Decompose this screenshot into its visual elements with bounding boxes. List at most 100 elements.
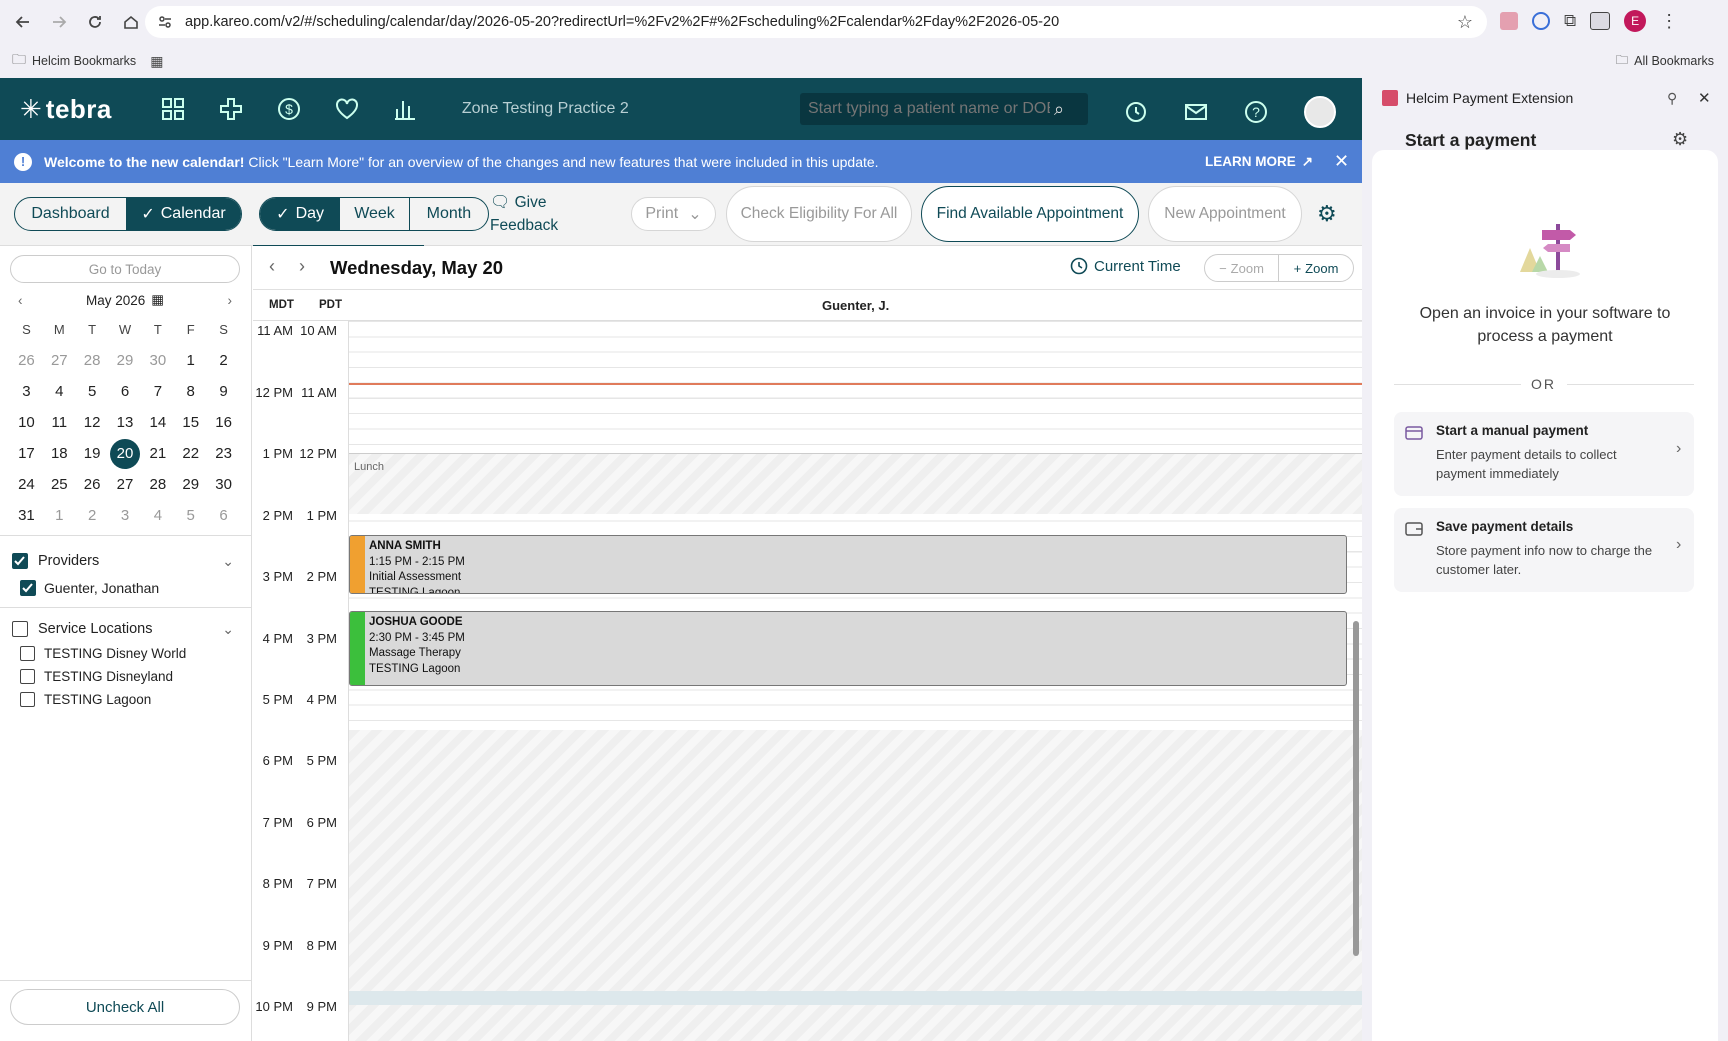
calendar-day[interactable]: 27 xyxy=(109,476,142,493)
kebab-menu-icon[interactable]: ⋮ xyxy=(1660,11,1678,32)
search-icon[interactable]: ⌕ xyxy=(1054,99,1064,120)
calendar-day[interactable]: 24 xyxy=(10,476,43,493)
chevron-down-icon[interactable]: ⌄ xyxy=(222,553,234,570)
calendar-day[interactable]: 15 xyxy=(174,414,207,431)
star-icon[interactable]: ☆ xyxy=(1457,12,1473,33)
next-day-icon[interactable]: › xyxy=(299,256,305,277)
print-button[interactable]: Print ⌄ xyxy=(631,197,716,231)
patient-engagement-icon[interactable] xyxy=(335,98,358,120)
find-appointment-button[interactable]: Find Available Appointment xyxy=(921,186,1139,242)
location-checkbox[interactable] xyxy=(20,692,35,707)
uncheck-all-button[interactable]: Uncheck All xyxy=(10,989,240,1025)
month-picker[interactable]: May 2026 ▦ xyxy=(86,292,164,308)
calendar-day[interactable]: 4 xyxy=(141,507,174,524)
calendar-day[interactable]: 10 xyxy=(10,414,43,431)
learn-more-link[interactable]: LEARN MORE ↗ xyxy=(1205,154,1313,170)
help-icon[interactable]: ? xyxy=(1244,100,1268,124)
calendar-day[interactable]: 6 xyxy=(207,507,240,524)
dashboard-button[interactable]: Dashboard xyxy=(15,198,126,230)
calendar-day[interactable]: 2 xyxy=(207,352,240,369)
calendar-day[interactable]: 17 xyxy=(10,445,43,462)
calendar-day[interactable]: 28 xyxy=(76,352,109,369)
practice-name[interactable]: Zone Testing Practice 2 xyxy=(462,100,629,118)
calendar-day[interactable]: 26 xyxy=(76,476,109,493)
calendar-day[interactable]: 29 xyxy=(174,476,207,493)
calendar-day[interactable]: 1 xyxy=(174,352,207,369)
save-payment-option[interactable]: Save payment details Store payment info … xyxy=(1394,508,1694,592)
prev-month-icon[interactable]: ‹ xyxy=(18,293,23,308)
reports-chart-icon[interactable] xyxy=(394,98,416,120)
profile-avatar[interactable]: E xyxy=(1624,10,1647,32)
all-bookmarks[interactable]: 🗀 All Bookmarks xyxy=(1616,51,1714,72)
billing-dollar-icon[interactable]: $ xyxy=(277,98,300,120)
zoom-out-button[interactable]: − Zoom xyxy=(1205,255,1279,281)
calendar-day[interactable]: 12 xyxy=(76,414,109,431)
calendar-day[interactable]: 21 xyxy=(141,445,174,462)
password-manager-icon[interactable] xyxy=(1532,12,1550,30)
calendar-day[interactable]: 4 xyxy=(43,383,76,400)
calendar-day[interactable]: 27 xyxy=(43,352,76,369)
give-feedback-link[interactable]: 🗨 Give Feedback xyxy=(490,191,570,237)
site-info-icon[interactable] xyxy=(157,14,173,30)
side-panel-icon[interactable] xyxy=(1590,12,1611,30)
scrollbar-thumb[interactable] xyxy=(1353,621,1359,956)
providers-checkbox[interactable] xyxy=(12,553,28,569)
chevron-down-icon[interactable]: ⌄ xyxy=(222,621,234,638)
patient-search[interactable]: ⌕ xyxy=(800,93,1088,125)
calendar-day[interactable]: 7 xyxy=(141,383,174,400)
calendar-day[interactable]: 31 xyxy=(10,507,43,524)
zoom-in-button[interactable]: + Zoom xyxy=(1279,255,1353,281)
unpin-icon[interactable]: ⚲ xyxy=(1667,90,1677,107)
calendar-day[interactable]: 9 xyxy=(207,383,240,400)
bookmark-folder[interactable]: Helcim Bookmarks xyxy=(32,54,136,68)
location-checkbox[interactable] xyxy=(20,669,35,684)
dashboard-grid-icon[interactable] xyxy=(161,98,184,120)
apps-grid-icon[interactable]: ▦ xyxy=(150,53,163,70)
location-checkbox[interactable] xyxy=(20,646,35,661)
go-to-today-button[interactable]: Go to Today xyxy=(10,255,240,283)
check-eligibility-button[interactable]: Check Eligibility For All xyxy=(726,186,912,242)
prev-day-icon[interactable]: ‹ xyxy=(269,256,275,277)
calendar-day[interactable]: 25 xyxy=(43,476,76,493)
manual-payment-option[interactable]: Start a manual payment Enter payment det… xyxy=(1394,412,1694,496)
calendar-day[interactable]: 6 xyxy=(109,383,142,400)
close-banner-icon[interactable]: ✕ xyxy=(1334,151,1349,172)
calendar-day[interactable]: 22 xyxy=(174,445,207,462)
calendar-day[interactable]: 18 xyxy=(43,445,76,462)
puzzle-icon[interactable]: ⧉ xyxy=(1564,11,1576,31)
settings-gear-icon[interactable]: ⚙ xyxy=(1672,129,1688,150)
appointment-card[interactable]: ANNA SMITH 1:15 PM - 2:15 PM Initial Ass… xyxy=(349,535,1347,594)
mail-icon[interactable] xyxy=(1184,100,1208,124)
week-button[interactable]: Week xyxy=(340,198,410,230)
calendar-day[interactable]: 29 xyxy=(109,352,142,369)
appointment-card[interactable]: JOSHUA GOODE 2:30 PM - 3:45 PM Massage T… xyxy=(349,611,1347,686)
calendar-day[interactable]: 16 xyxy=(207,414,240,431)
new-appointment-button[interactable]: New Appointment xyxy=(1148,186,1302,242)
month-button[interactable]: Month xyxy=(410,198,488,230)
back-icon[interactable] xyxy=(8,7,38,37)
settings-gear-icon[interactable]: ⚙ xyxy=(1317,201,1337,227)
reload-icon[interactable] xyxy=(80,7,110,37)
calendar-day[interactable]: 30 xyxy=(141,352,174,369)
close-panel-icon[interactable]: ✕ xyxy=(1698,89,1711,107)
calendar-day[interactable]: 30 xyxy=(207,476,240,493)
forward-icon[interactable] xyxy=(44,7,74,37)
home-icon[interactable] xyxy=(116,7,146,37)
provider-checkbox[interactable] xyxy=(20,580,36,596)
calendar-day[interactable]: 26 xyxy=(10,352,43,369)
clinical-cross-icon[interactable] xyxy=(219,98,242,120)
calendar-day[interactable]: 3 xyxy=(109,507,142,524)
calendar-day[interactable]: 3 xyxy=(10,383,43,400)
history-icon[interactable] xyxy=(1124,100,1148,124)
next-month-icon[interactable]: › xyxy=(228,293,233,308)
calendar-day[interactable]: 11 xyxy=(43,414,76,431)
calendar-day[interactable]: 19 xyxy=(76,445,109,462)
calendar-day[interactable]: 28 xyxy=(141,476,174,493)
calendar-day[interactable]: 1 xyxy=(43,507,76,524)
calendar-day[interactable]: 2 xyxy=(76,507,109,524)
selected-day[interactable]: 20 xyxy=(109,438,142,469)
locations-checkbox[interactable] xyxy=(12,621,28,637)
calendar-button[interactable]: ✓ Calendar xyxy=(126,198,241,230)
current-time-button[interactable]: Current Time xyxy=(1070,257,1181,275)
patient-search-input[interactable] xyxy=(800,100,1050,118)
